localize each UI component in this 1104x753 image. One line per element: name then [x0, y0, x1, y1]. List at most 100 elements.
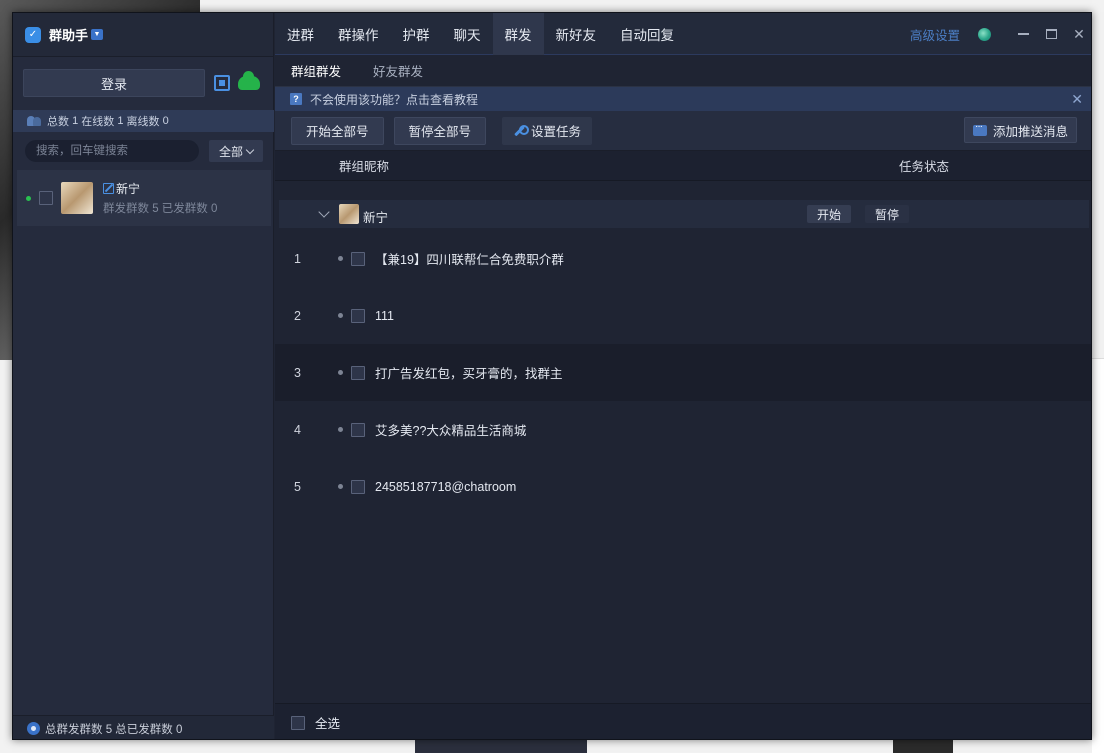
banner-close-icon[interactable]: ✕: [1071, 91, 1083, 107]
tab-friend-broadcast[interactable]: 好友群发: [357, 55, 439, 87]
avatar: [61, 182, 93, 214]
group-list: 1 【兼19】四川联帮仁合免费职介群 2 111 3 打广告发红包，买牙膏的，找…: [275, 230, 1091, 515]
account-checkbox[interactable]: [39, 191, 53, 205]
message-icon: [972, 121, 987, 136]
cluster-icon: [27, 722, 40, 735]
stat-offline-label: 离线数: [126, 116, 160, 128]
maximize-button[interactable]: [1037, 13, 1065, 55]
wrench-icon: [513, 124, 530, 137]
row-index: 5: [294, 479, 301, 494]
row-checkbox[interactable]: [351, 479, 365, 494]
stat-total-value: 1: [72, 115, 79, 127]
qr-login-icon[interactable]: [214, 75, 230, 91]
account-name: 新宁: [116, 182, 141, 196]
table-row[interactable]: 4 艾多美??大众精品生活商城: [275, 401, 1091, 458]
brand-header[interactable]: ✓ 群助手 ▼: [13, 13, 273, 57]
column-header-task-status: 任务状态: [899, 160, 950, 174]
stat-online-value: 1: [117, 115, 124, 127]
brand-name: 群助手: [49, 28, 89, 43]
cloud-icon[interactable]: [238, 71, 260, 90]
login-button[interactable]: 登录: [23, 69, 205, 97]
account-search-input[interactable]: [25, 140, 199, 162]
advanced-settings-link[interactable]: 高级设置: [910, 25, 960, 44]
column-header-group-name: 群组昵称: [339, 160, 390, 174]
table-header: 群组昵称 任务状态: [275, 151, 1091, 181]
chevron-down-icon: [245, 145, 255, 154]
broadcast-subtabs: 群组群发 好友群发: [275, 55, 1091, 87]
row-checkbox[interactable]: [351, 308, 365, 323]
table-row[interactable]: 5 24585187718@chatroom: [275, 458, 1091, 515]
start-button[interactable]: 开始: [807, 205, 852, 223]
add-push-message-button[interactable]: 添加推送消息: [963, 117, 1077, 143]
nav-item-join-group[interactable]: 进群: [275, 13, 326, 55]
window-controls: 高级设置 ✕: [910, 13, 1091, 55]
search-row: 全部: [25, 140, 263, 162]
nav-item-broadcast[interactable]: 群发: [492, 13, 544, 55]
globe-icon[interactable]: [978, 27, 991, 41]
table-row[interactable]: 1 【兼19】四川联帮仁合免费职介群: [275, 230, 1091, 287]
close-button[interactable]: ✕: [1065, 13, 1091, 55]
status-dot-icon: [338, 313, 343, 318]
online-status-icon: [26, 195, 31, 201]
chevron-down-icon[interactable]: [318, 206, 330, 218]
row-checkbox[interactable]: [351, 422, 365, 437]
row-checkbox[interactable]: [351, 251, 365, 266]
add-push-label: 添加推送消息: [992, 124, 1068, 139]
nav-item-protect-group[interactable]: 护群: [391, 13, 442, 55]
broadcast-toolbar: 开始全部号 暂停全部号 设置任务 添加推送消息: [275, 111, 1091, 151]
table-row[interactable]: 2 111: [275, 287, 1091, 344]
close-icon: ✕: [1073, 25, 1085, 42]
avatar: [339, 204, 359, 224]
select-all-label[interactable]: 全选: [315, 713, 340, 732]
account-filter-select[interactable]: 全部: [209, 140, 263, 162]
status-dot-icon: [338, 370, 343, 375]
help-icon: ?: [290, 93, 302, 105]
account-name-row: 新宁: [103, 180, 217, 197]
status-dot-icon: [338, 484, 343, 489]
nav-item-new-friends[interactable]: 新好友: [544, 13, 609, 55]
account-info: 新宁 群发群数 5 已发群数 0: [103, 180, 217, 216]
group-name: 【兼19】四川联帮仁合免费职介群: [375, 253, 564, 267]
brand-dropdown-icon[interactable]: ▼: [91, 29, 104, 40]
stat-offline-value: 0: [162, 115, 169, 127]
people-icon: [27, 116, 41, 126]
row-checkbox[interactable]: [351, 365, 365, 380]
table-footer: 全选: [275, 703, 1091, 739]
start-all-button[interactable]: 开始全部号: [291, 116, 384, 145]
account-list-item[interactable]: 新宁 群发群数 5 已发群数 0: [17, 170, 271, 226]
row-index: 4: [294, 422, 301, 437]
row-index: 1: [294, 251, 301, 266]
status-dot-icon: [338, 256, 343, 261]
sidebar-footer: 总群发群数 5 总已发群数 0: [13, 715, 274, 739]
nav-item-group-ops[interactable]: 群操作: [326, 13, 391, 55]
background-taskbar-fragment: [415, 740, 587, 753]
pause-all-button[interactable]: 暂停全部号: [393, 116, 487, 145]
edit-icon[interactable]: [103, 183, 114, 194]
table-row[interactable]: 3 打广告发红包，买牙膏的，找群主: [275, 344, 1091, 401]
stat-online-label: 在线数: [81, 116, 115, 128]
top-nav: 进群 群操作 护群 聊天 群发 新好友 自动回复 高级设置 ✕: [275, 13, 1091, 55]
maximize-icon: [1045, 29, 1057, 39]
set-task-label: 设置任务: [531, 125, 582, 139]
tab-group-broadcast[interactable]: 群组群发: [275, 55, 357, 87]
minimize-button[interactable]: [1009, 13, 1037, 55]
filter-value: 全部: [218, 144, 243, 159]
brand-logo-icon: ✓: [25, 26, 41, 43]
help-banner[interactable]: ? 不会使用该功能？点击查看教程 ✕: [275, 87, 1091, 111]
group-name: 艾多美??大众精品生活商城: [375, 424, 527, 438]
row-index: 3: [294, 365, 301, 380]
select-all-checkbox[interactable]: [291, 715, 305, 730]
nav-item-chat[interactable]: 聊天: [442, 13, 493, 55]
minimize-icon: [1017, 33, 1029, 35]
account-group-row[interactable]: 新宁 开始 暂停: [279, 200, 1089, 228]
nav-item-auto-reply[interactable]: 自动回复: [608, 13, 686, 55]
group-name: 打广告发红包，买牙膏的，找群主: [375, 367, 563, 381]
account-stats-bar: 总数 1 在线数 1 离线数 0: [13, 110, 274, 132]
set-task-button[interactable]: 设置任务: [502, 116, 593, 145]
background-window-edge: [1092, 358, 1104, 753]
pause-button[interactable]: 暂停: [865, 205, 910, 223]
background-taskbar-fragment-2: [893, 740, 953, 753]
row-index: 2: [294, 308, 301, 323]
help-banner-text[interactable]: 不会使用该功能？点击查看教程: [310, 91, 478, 108]
login-row: 登录: [23, 69, 268, 97]
